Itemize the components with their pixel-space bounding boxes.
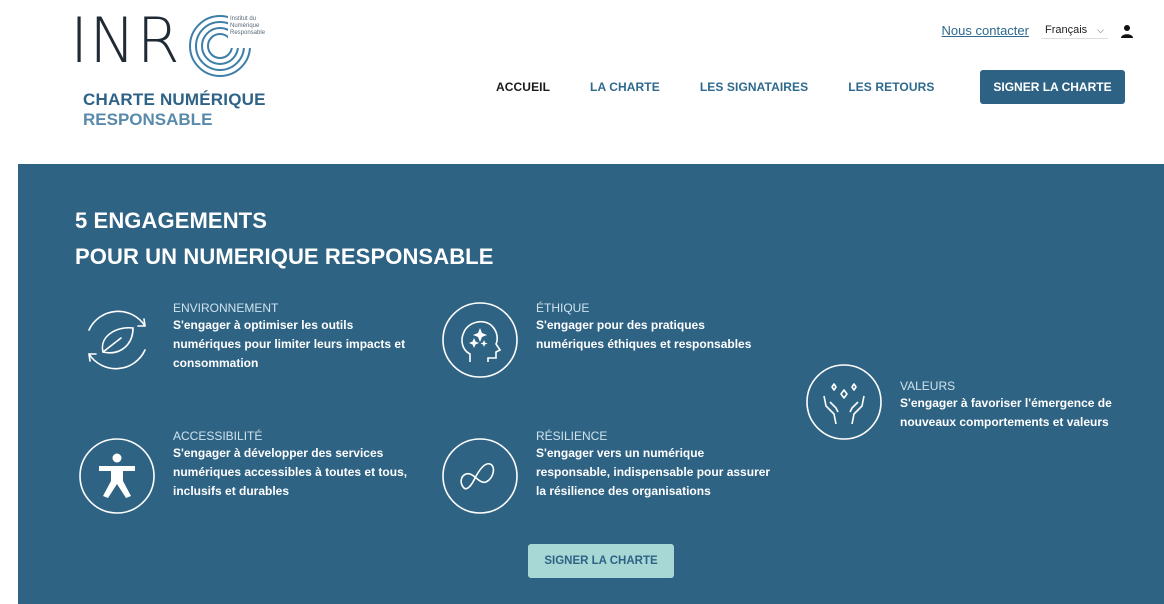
sign-charter-button[interactable]: SIGNER LA CHARTE (980, 70, 1125, 104)
section-title-line2: POUR UN NUMERIQUE RESPONSABLE (75, 244, 494, 269)
engagement-valeurs: VALEURS S'engager à favoriser l'émergenc… (804, 362, 1144, 452)
top-bar: Nous contacter Français ⌵ (942, 22, 1134, 39)
head-sparkle-icon (442, 302, 518, 378)
section-title-line1: 5 ENGAGEMENTS (75, 208, 267, 233)
user-icon[interactable] (1120, 24, 1134, 38)
contact-link[interactable]: Nous contacter (942, 23, 1029, 38)
nav-item-accueil[interactable]: ACCUEIL (496, 80, 550, 94)
engagement-ethique: ÉTHIQUE S'engager pour des pratiques num… (440, 300, 780, 390)
sign-charter-button-bottom[interactable]: SIGNER LA CHARTE (528, 544, 674, 578)
header: INR Institut du Numérique Responsable CH… (0, 0, 1164, 164)
engagement-description: S'engager à développer des services numé… (173, 446, 408, 498)
engagement-description: S'engager à optimiser les outils numériq… (173, 318, 406, 370)
engagements-section: 5 ENGAGEMENTS POUR UN NUMERIQUE RESPONSA… (18, 164, 1164, 604)
engagement-label: ACCESSIBILITÉ (173, 429, 263, 443)
nav-item-la-charte[interactable]: LA CHARTE (590, 80, 660, 94)
logo-subtitle: RESPONSABLE (83, 110, 213, 129)
inr-logo[interactable]: INR Institut du Numérique Responsable CH… (70, 8, 310, 133)
engagement-label: VALEURS (900, 379, 956, 393)
engagement-resilience: RÉSILIENCE S'engager vers un numérique r… (440, 428, 780, 518)
engagement-label: ENVIRONNEMENT (173, 301, 279, 315)
leaf-cycle-icon (88, 310, 146, 370)
logo-letters: INR (70, 4, 181, 77)
main-nav: ACCUEIL LA CHARTE LES SIGNATAIRES LES RE… (496, 80, 974, 94)
infinity-loop-icon (442, 438, 518, 514)
logo-small-text: Institut du Numérique Responsable (230, 16, 266, 36)
engagement-accessibilite: ACCESSIBILITÉ S'engager à développer des… (77, 428, 417, 518)
engagement-label: RÉSILIENCE (536, 429, 608, 443)
engagement-description: S'engager vers un numérique responsable,… (536, 446, 771, 498)
nav-item-les-signataires[interactable]: LES SIGNATAIRES (700, 80, 808, 94)
language-value: Français (1044, 24, 1088, 36)
engagement-description: S'engager pour des pratiques numériques … (536, 318, 752, 351)
engagement-label: ÉTHIQUE (536, 301, 590, 315)
engagement-description: S'engager à favoriser l'émergence de nou… (900, 396, 1112, 429)
language-select[interactable]: Français ⌵ (1040, 22, 1108, 39)
hands-stars-icon (806, 364, 882, 440)
engagement-environnement: ENVIRONNEMENT S'engager à optimiser les … (77, 300, 417, 390)
accessibility-icon (79, 438, 155, 514)
logo-title: CHARTE NUMÉRIQUE (83, 90, 266, 109)
nav-item-les-retours[interactable]: LES RETOURS (848, 80, 934, 94)
chevron-down-icon: ⌵ (1097, 24, 1104, 35)
